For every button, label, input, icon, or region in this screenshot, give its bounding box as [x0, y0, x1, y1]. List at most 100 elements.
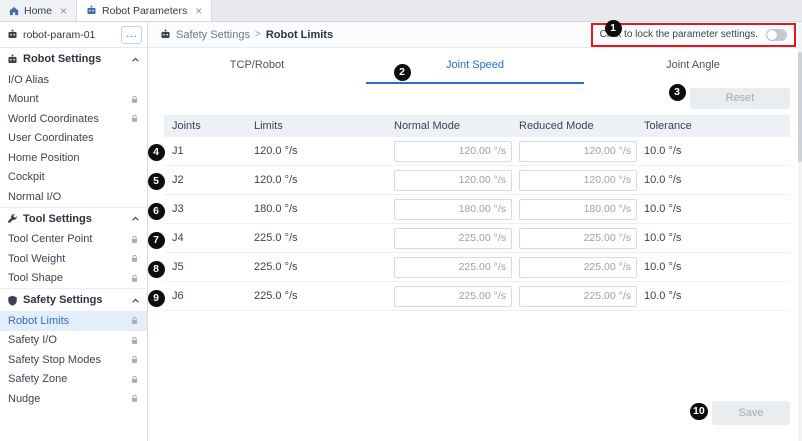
- limit-cell: 120.0 °/s: [254, 174, 394, 186]
- tab-joint-speed[interactable]: Joint Speed: [366, 48, 584, 84]
- vertical-scrollbar[interactable]: [798, 22, 802, 441]
- sidebar: robot-param-01 … Robot Settings I/O Alia…: [0, 22, 148, 441]
- section-items: I/O Alias Mount World Coordinates User C…: [0, 70, 147, 207]
- tolerance-cell: 10.0 °/s: [644, 232, 789, 244]
- sidebar-item-label: Home Position: [8, 152, 80, 164]
- sidebar-section-safety-settings: Safety Settings Robot Limits Safety I/O …: [0, 288, 147, 409]
- section-label: Tool Settings: [23, 213, 92, 225]
- joint-cell: J5: [164, 261, 254, 273]
- lock-settings-highlight: Click to lock the parameter settings.: [591, 23, 796, 47]
- section-header[interactable]: Safety Settings: [0, 289, 147, 311]
- sidebar-item-cockpit[interactable]: Cockpit: [0, 168, 147, 188]
- sidebar-item-home-position[interactable]: Home Position: [0, 148, 147, 168]
- lock-toggle[interactable]: [766, 29, 787, 41]
- normal-mode-input[interactable]: [394, 141, 512, 162]
- normal-mode-input[interactable]: [394, 257, 512, 278]
- sidebar-item-robot-limits[interactable]: Robot Limits: [0, 311, 147, 331]
- column-header-tolerance: Tolerance: [644, 120, 789, 132]
- window-tab-robot-parameters[interactable]: Robot Parameters ×: [77, 0, 212, 21]
- sidebar-item-safety-stop-modes[interactable]: Safety Stop Modes: [0, 350, 147, 370]
- breadcrumb-separator-icon: >: [255, 29, 261, 40]
- sidebar-item-tool-weight[interactable]: Tool Weight: [0, 249, 147, 269]
- sidebar-item-label: Mount: [8, 93, 39, 105]
- sidebar-item-normal-i-o[interactable]: Normal I/O: [0, 187, 147, 207]
- tolerance-cell: 10.0 °/s: [644, 174, 789, 186]
- column-header-reduced-mode: Reduced Mode: [519, 120, 644, 132]
- table-row: J2 120.0 °/s 10.0 °/s: [164, 166, 790, 195]
- section-header[interactable]: Robot Settings: [0, 48, 147, 70]
- sidebar-item-i-o-alias[interactable]: I/O Alias: [0, 70, 147, 90]
- reduced-mode-input[interactable]: [519, 141, 637, 162]
- sidebar-item-tool-shape[interactable]: Tool Shape: [0, 269, 147, 289]
- chevron-up-icon[interactable]: [131, 214, 140, 223]
- tool-icon: [7, 213, 18, 224]
- tolerance-cell: 10.0 °/s: [644, 290, 789, 302]
- robot-icon: [86, 5, 97, 16]
- sidebar-item-label: Tool Shape: [8, 272, 63, 284]
- reduced-mode-input[interactable]: [519, 257, 637, 278]
- limit-cell: 225.0 °/s: [254, 232, 394, 244]
- sidebar-item-label: Robot Limits: [8, 315, 69, 327]
- lock-icon: [130, 336, 139, 345]
- close-icon[interactable]: ×: [195, 5, 202, 17]
- section-label: Robot Settings: [23, 53, 101, 65]
- lock-icon: [130, 355, 139, 364]
- lock-icon: [130, 95, 139, 104]
- close-icon[interactable]: ×: [60, 5, 67, 17]
- section-header[interactable]: Tool Settings: [0, 208, 147, 230]
- column-header-normal-mode: Normal Mode: [394, 120, 519, 132]
- normal-mode-input[interactable]: [394, 199, 512, 220]
- sidebar-item-safety-zone[interactable]: Safety Zone: [0, 370, 147, 390]
- reduced-mode-input[interactable]: [519, 199, 637, 220]
- lock-icon: [130, 316, 139, 325]
- column-header-limits: Limits: [254, 120, 394, 132]
- lock-icon: [130, 274, 139, 283]
- sidebar-item-user-coordinates[interactable]: User Coordinates: [0, 129, 147, 149]
- joint-cell: J2: [164, 174, 254, 186]
- sidebar-item-label: Normal I/O: [8, 191, 61, 203]
- column-header-joints: Joints: [164, 120, 254, 132]
- table-row: J4 225.0 °/s 10.0 °/s: [164, 224, 790, 253]
- tolerance-cell: 10.0 °/s: [644, 261, 789, 273]
- sidebar-item-label: World Coordinates: [8, 113, 99, 125]
- limit-cell: 120.0 °/s: [254, 145, 394, 157]
- reduced-mode-input[interactable]: [519, 286, 637, 307]
- lock-icon: [130, 375, 139, 384]
- lock-icon: [130, 235, 139, 244]
- section-items: Tool Center Point Tool Weight Tool Shape: [0, 230, 147, 289]
- sidebar-item-label: I/O Alias: [8, 74, 49, 86]
- reset-button[interactable]: Reset: [690, 88, 790, 109]
- main-panel: Safety Settings > Robot Limits Click to …: [148, 22, 802, 441]
- normal-mode-input[interactable]: [394, 228, 512, 249]
- section-label: Safety Settings: [23, 294, 102, 306]
- table-header-row: JointsLimitsNormal ModeReduced ModeToler…: [164, 115, 790, 137]
- joint-cell: J6: [164, 290, 254, 302]
- normal-mode-input[interactable]: [394, 286, 512, 307]
- reduced-mode-input[interactable]: [519, 228, 637, 249]
- sidebar-item-nudge[interactable]: Nudge: [0, 389, 147, 409]
- scrollbar-thumb[interactable]: [798, 52, 802, 162]
- chevron-up-icon[interactable]: [131, 296, 140, 305]
- section-items: Robot Limits Safety I/O Safety Stop Mode…: [0, 311, 147, 409]
- sidebar-section-robot-settings: Robot Settings I/O Alias Mount World Coo…: [0, 48, 147, 207]
- table-body: J1 120.0 °/s 10.0 °/s J2 120.0 °/s 10.0 …: [164, 137, 790, 311]
- sidebar-item-label: Nudge: [8, 393, 40, 405]
- window-tab-home[interactable]: Home ×: [0, 0, 77, 21]
- table-row: J3 180.0 °/s 10.0 °/s: [164, 195, 790, 224]
- reduced-mode-input[interactable]: [519, 170, 637, 191]
- more-options-button[interactable]: …: [121, 26, 142, 44]
- sidebar-item-tool-center-point[interactable]: Tool Center Point: [0, 230, 147, 250]
- limit-cell: 225.0 °/s: [254, 290, 394, 302]
- breadcrumb-parent: Safety Settings: [176, 29, 250, 41]
- tab-joint-angle[interactable]: Joint Angle: [584, 48, 802, 84]
- sidebar-item-world-coordinates[interactable]: World Coordinates: [0, 109, 147, 129]
- robot-icon: [7, 29, 18, 40]
- tab-tcp-robot[interactable]: TCP/Robot: [148, 48, 366, 84]
- chevron-up-icon[interactable]: [131, 55, 140, 64]
- save-button[interactable]: Save: [712, 401, 790, 425]
- normal-mode-input[interactable]: [394, 170, 512, 191]
- sidebar-item-mount[interactable]: Mount: [0, 90, 147, 110]
- joint-cell: J3: [164, 203, 254, 215]
- sidebar-item-safety-i-o[interactable]: Safety I/O: [0, 331, 147, 351]
- home-icon: [9, 6, 19, 16]
